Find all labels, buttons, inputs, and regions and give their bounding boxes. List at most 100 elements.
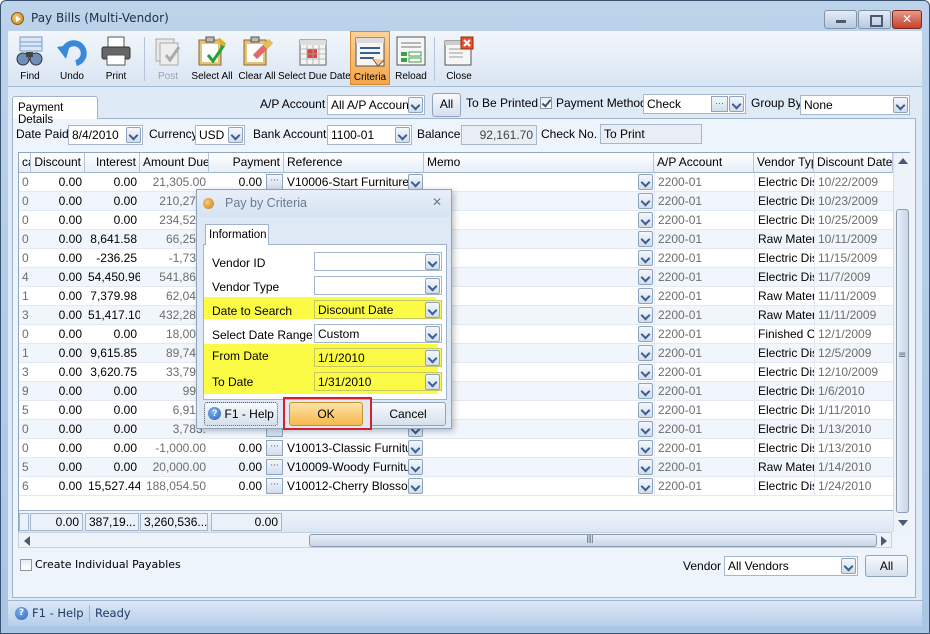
date-to-search-select[interactable]: Discount Date [314,300,442,319]
cell-memo[interactable] [424,211,638,230]
post-button[interactable]: Post [148,31,188,85]
chevron-down-icon[interactable] [408,440,423,456]
vendor-all-button[interactable]: All [865,555,908,577]
table-row[interactable]: 5 0.00 0.00 20,000.00 0.00 V10009-Woody Furni… [19,458,893,477]
column-header-amount-due[interactable]: Amount Due [140,153,209,173]
table-row[interactable]: 10.009,615.8589,747.2200-01Electric Dist… [19,344,893,363]
column-header-discount-date[interactable]: Discount Date [814,153,893,173]
table-row[interactable]: 50.000.006,916.2200-01Electric Dist1/11/… [19,401,893,420]
cell-reference[interactable]: V10012-Cherry Blossom D [284,477,408,496]
chevron-down-icon[interactable] [408,97,423,113]
payment-ellipsis-button[interactable]: ··· [266,459,283,475]
tab-payment-details[interactable]: Payment Details [12,96,98,126]
select-date-range-select[interactable]: Custom [314,324,442,343]
table-row[interactable]: 0 0.00 0.00 -1,000.00 0.00 V10013-Classic Fur… [19,439,893,458]
cancel-button[interactable]: Cancel [370,402,446,426]
vertical-scrollbar[interactable] [893,153,910,532]
undo-button[interactable]: Undo [52,31,92,85]
chevron-down-icon[interactable] [408,459,423,475]
chevron-down-icon[interactable] [638,421,653,437]
cell-reference[interactable]: V10009-Woody Furniture [284,458,408,477]
cell-memo[interactable] [424,458,638,477]
payment-ellipsis-button[interactable]: ··· [266,440,283,456]
create-individual-payables-checkbox[interactable] [20,559,32,571]
vertical-scroll-thumb[interactable] [896,209,909,513]
horizontal-scroll-thumb[interactable] [309,534,877,547]
cell-payment[interactable]: 0.00 [209,458,265,477]
column-header-payment[interactable]: Payment [209,153,284,173]
select-all-button[interactable]: Select All [190,31,234,85]
ellipsis-button[interactable]: ··· [711,96,728,112]
chevron-down-icon[interactable] [638,478,653,494]
chevron-down-icon[interactable] [638,212,653,228]
criteria-button[interactable]: Criteria [350,31,390,85]
bank-account-select[interactable]: 1100-01 [327,125,412,145]
ap-all-button[interactable]: All [432,93,461,117]
cell-reference[interactable]: V10013-Classic Furniture [284,439,408,458]
horizontal-scrollbar[interactable] [18,532,892,548]
chevron-down-icon[interactable] [425,302,440,318]
cell-memo[interactable] [424,363,638,382]
cell-memo[interactable] [424,192,638,211]
minimize-button[interactable] [824,10,857,29]
chevron-down-icon[interactable] [425,326,440,342]
chevron-down-icon[interactable] [638,250,653,266]
find-button[interactable]: Find [12,31,48,85]
chevron-down-icon[interactable] [638,459,653,475]
payment-method-select[interactable]: Check ··· [643,94,746,114]
dialog-help-button[interactable]: ? F1 - Help [204,402,278,426]
close-window-button[interactable]: ✕ [892,10,922,29]
chevron-down-icon[interactable] [408,174,423,190]
payment-ellipsis-button[interactable]: ··· [266,478,283,494]
group-by-select[interactable]: None [800,95,910,115]
column-header-ap-account[interactable]: A/P Account [654,153,754,173]
column-header-interest[interactable]: Interest [85,153,140,173]
date-paid-field[interactable]: 8/4/2010 [68,125,143,145]
cell-payment[interactable]: 0.00 [209,439,265,458]
chevron-down-icon[interactable] [841,558,856,574]
chevron-down-icon[interactable] [638,383,653,399]
chevron-down-icon[interactable] [395,127,410,143]
chevron-down-icon[interactable] [638,345,653,361]
chevron-down-icon[interactable] [425,278,440,294]
table-row[interactable]: 0 0.00 8,641.58 66,252. 2200-01 Raw Materi 10/… [19,230,893,249]
table-row[interactable]: 6 0.00 15,527.44 188,054.50 0.00 V10012-Cherr… [19,477,893,496]
cell-payment[interactable]: 0.00 [209,477,265,496]
cell-memo[interactable] [424,249,638,268]
print-button[interactable]: Print [96,31,136,85]
chevron-down-icon[interactable] [638,269,653,285]
cell-memo[interactable] [424,268,638,287]
cell-memo[interactable] [424,420,638,439]
dialog-close-icon[interactable]: ✕ [432,195,442,209]
column-header[interactable]: cal [19,153,31,173]
table-row[interactable]: 00.00-236.25-1,736.2200-01Electric Dist1… [19,249,893,268]
cell-memo[interactable] [424,477,638,496]
chevron-down-icon[interactable] [126,127,141,143]
cell-memo[interactable] [424,287,638,306]
chevron-down-icon[interactable] [893,97,908,113]
vendor-type-select[interactable] [314,276,442,295]
vendor-id-select[interactable] [314,252,442,271]
scroll-down-icon[interactable] [898,520,908,526]
scroll-up-icon[interactable] [898,158,908,164]
cell-memo[interactable] [424,230,638,249]
table-row[interactable]: 90.000.00999.2200-01Electric Dist1/6/201… [19,382,893,401]
table-row[interactable]: 00.000.0018,003.2200-01Finished Co12/1/2… [19,325,893,344]
chevron-down-icon[interactable] [425,374,440,390]
chevron-down-icon[interactable] [638,174,653,190]
ap-account-select[interactable]: All A/P Accounts [327,95,425,115]
vendor-select[interactable]: All Vendors [724,556,858,576]
chevron-down-icon[interactable] [729,96,744,112]
table-row[interactable]: 30.003,620.7533,793.2200-01Electric Dist… [19,363,893,382]
clear-all-button[interactable]: Clear All [236,31,278,85]
column-header-discount[interactable]: Discount [31,153,85,173]
from-date-field[interactable]: 1/1/2010 [314,348,442,367]
chevron-down-icon[interactable] [638,288,653,304]
chevron-down-icon[interactable] [638,440,653,456]
to-be-printed-checkbox[interactable] [540,97,552,109]
chevron-down-icon[interactable] [638,326,653,342]
status-help[interactable]: F1 - Help [32,606,84,620]
table-row[interactable]: 0 0.00 0.00 21,305.00 0.00 V10006-Start Furni… [19,173,893,192]
scroll-left-icon[interactable] [24,536,30,546]
close-button[interactable]: Close [440,31,478,85]
